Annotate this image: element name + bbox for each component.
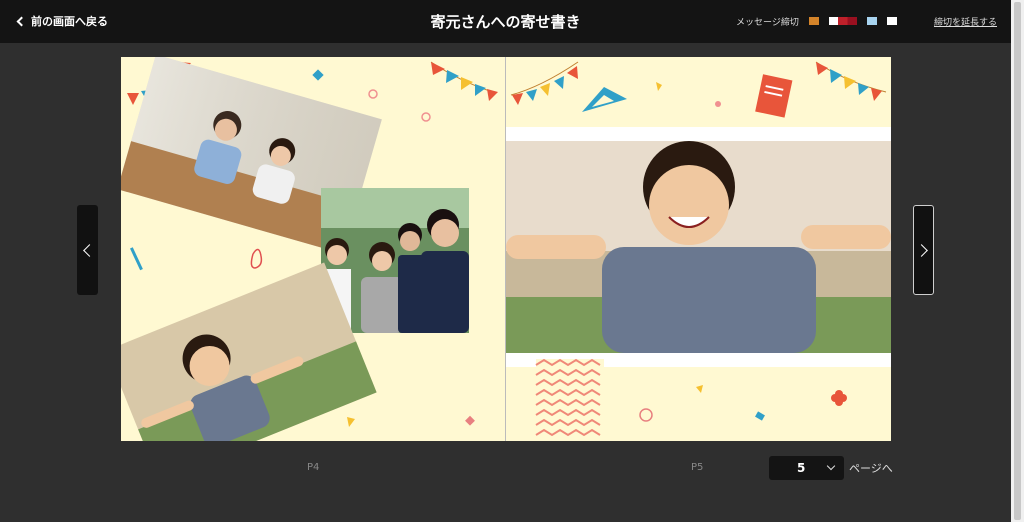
page-decorations (121, 57, 498, 441)
bunting-decoration (510, 61, 579, 105)
chevron-left-icon (83, 243, 96, 257)
chevron-left-icon (16, 16, 27, 27)
deadline-indicator (809, 17, 907, 25)
flower-decoration (831, 390, 847, 406)
photo-boy-large (506, 141, 891, 353)
page-p4[interactable] (121, 57, 506, 441)
page-label-right: P5 (691, 462, 704, 473)
top-bar: 前の画面へ戻る 寄元さんへの寄せ書き メッセージ締切 締切を延長する (0, 0, 1011, 43)
notebook-icon (755, 74, 793, 118)
next-page-button[interactable] (913, 205, 934, 295)
chevron-right-icon (915, 243, 928, 257)
page-label-left: P4 (307, 462, 320, 473)
deadline-swatch (887, 17, 897, 25)
bunting-decoration (430, 61, 498, 101)
deadline-swatch (867, 17, 877, 25)
goto-page-label: ページへ (849, 462, 893, 475)
message-deadline-label: メッセージ締切 (736, 18, 799, 28)
back-button-label: 前の画面へ戻る (31, 15, 108, 28)
scrollbar[interactable] (1011, 0, 1024, 522)
prev-page-button[interactable] (77, 205, 98, 295)
deadline-swatch (838, 17, 857, 25)
page-select-value: 5 (797, 461, 806, 475)
bunting-decoration (815, 61, 887, 101)
page-p5[interactable] (506, 57, 891, 441)
back-button[interactable]: 前の画面へ戻る (16, 13, 108, 29)
album-spread (121, 57, 891, 441)
zigzag-decoration (535, 358, 604, 441)
scrollbar-thumb[interactable] (1014, 2, 1021, 520)
extend-deadline-link[interactable]: 締切を延長する (934, 15, 997, 28)
page-decorations (506, 61, 891, 441)
deadline-swatch (809, 17, 819, 25)
page-divider (505, 57, 506, 441)
chevron-down-icon (826, 461, 836, 471)
deadline-swatch (829, 17, 838, 25)
page-select[interactable]: 5 (769, 456, 844, 480)
